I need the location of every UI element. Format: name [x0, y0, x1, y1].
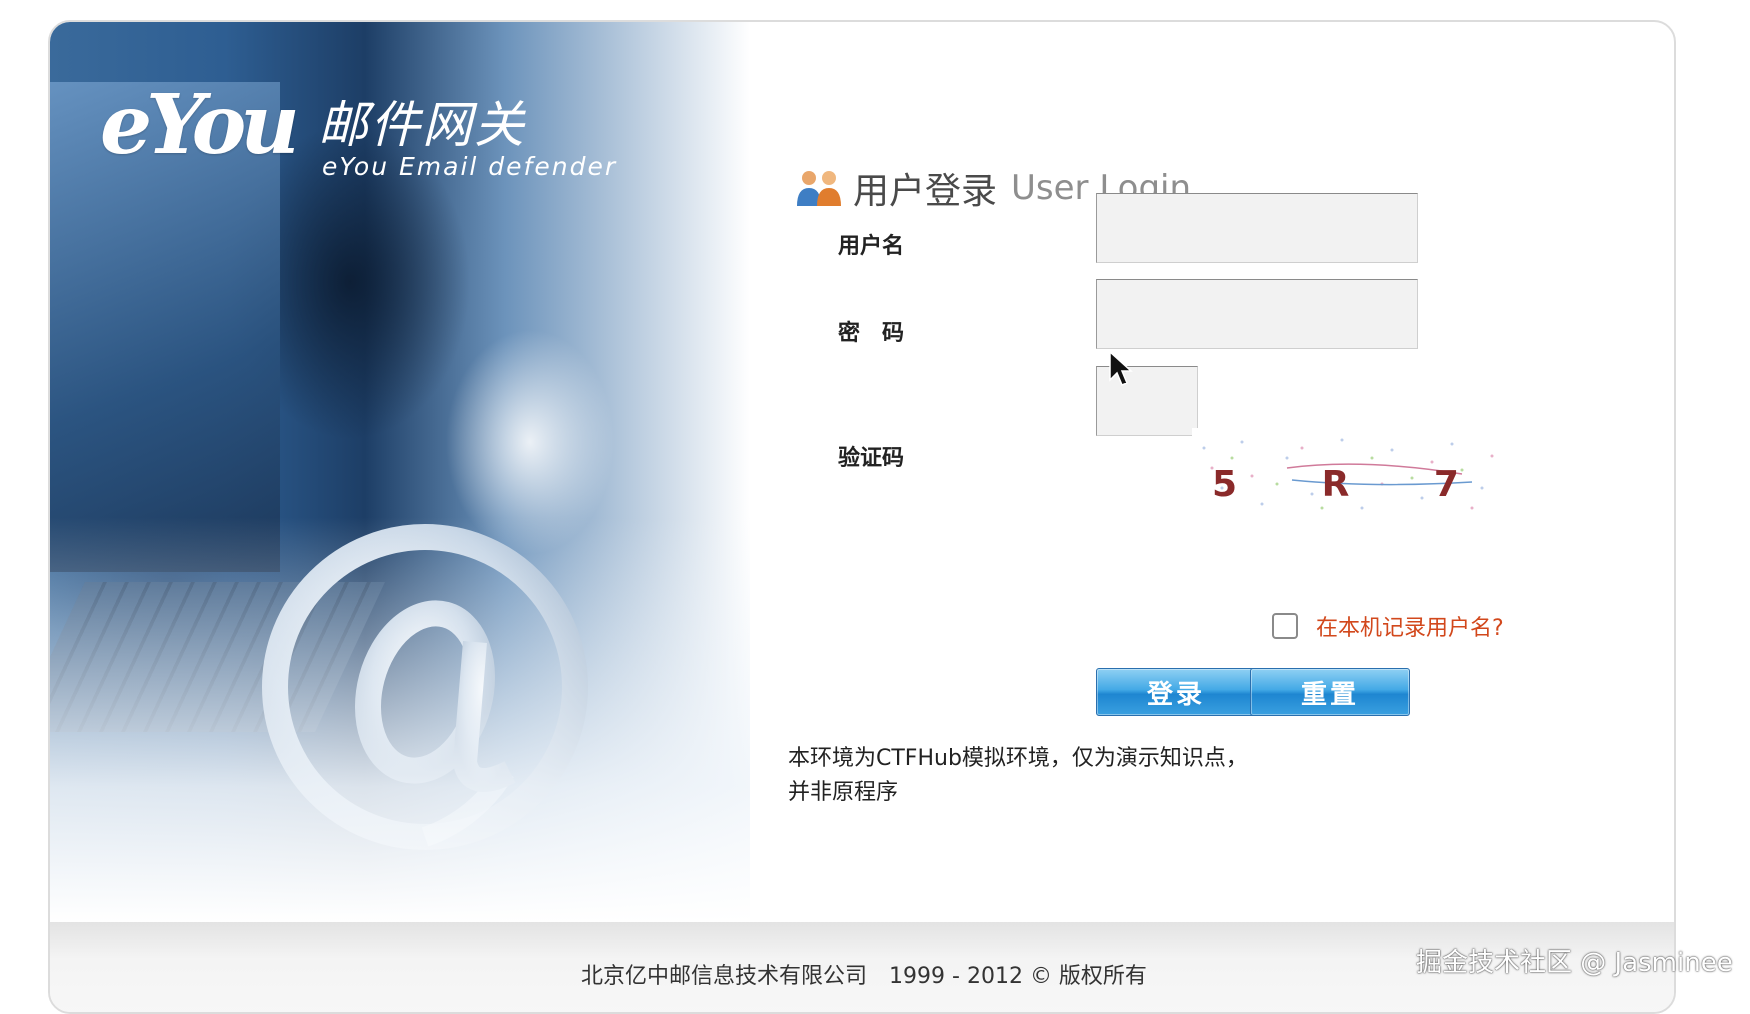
watermark: 掘金技术社区 @ Jasminee: [1416, 948, 1733, 978]
captcha-text: 5 R 7 2: [1212, 464, 1502, 505]
logo-product-subtitle: eYou Email defender: [322, 152, 618, 181]
logo-product-name: 邮件网关: [318, 96, 526, 154]
username-input[interactable]: [1096, 193, 1418, 263]
captcha-label: 验证码: [838, 446, 905, 471]
reset-button[interactable]: 重置: [1250, 668, 1410, 716]
username-label: 用户名: [838, 234, 905, 259]
logo-mark: eYou: [100, 77, 300, 173]
mouse-cursor-icon: [1109, 350, 1133, 386]
eyou-logo: eYou 邮件网关 eYou Email defender: [100, 67, 620, 187]
environment-notice: 本环境为CTFHub模拟环境，仅为演示知识点，并非原程序: [788, 746, 1248, 805]
remember-username[interactable]: 在本机记录用户名?: [1272, 610, 1504, 642]
captcha-image[interactable]: 5 R 7 2: [1192, 428, 1502, 516]
remember-label[interactable]: 在本机记录用户名?: [1316, 610, 1504, 642]
login-page-frame: eYou 邮件网关 eYou Email defender 用户登录 User …: [48, 20, 1676, 1014]
login-button[interactable]: 登录: [1096, 668, 1256, 716]
password-input[interactable]: [1096, 279, 1418, 349]
users-icon: [797, 171, 841, 206]
remember-checkbox[interactable]: [1272, 613, 1298, 639]
login-title-cn: 用户登录: [853, 171, 998, 212]
password-label: 密 码: [838, 321, 905, 346]
